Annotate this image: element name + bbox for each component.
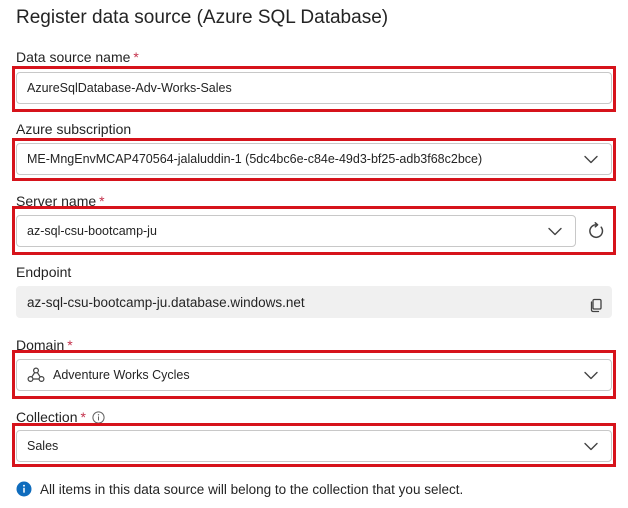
chevron-down-icon xyxy=(543,219,567,243)
endpoint-label: Endpoint xyxy=(16,264,72,280)
info-message-text: All items in this data source will belon… xyxy=(40,481,464,497)
refresh-server-button[interactable] xyxy=(583,218,609,244)
azure-subscription-dropdown[interactable]: ME-MngEnvMCAP470564-jalaluddin-1 (5dc4bc… xyxy=(16,143,612,175)
info-outline-icon[interactable] xyxy=(92,410,105,424)
data-source-name-label-text: Data source name xyxy=(16,49,131,65)
domain-icon xyxy=(27,367,45,383)
azure-subscription-value: ME-MngEnvMCAP470564-jalaluddin-1 (5dc4bc… xyxy=(27,152,483,166)
azure-subscription-label-text: Azure subscription xyxy=(16,121,132,137)
azure-subscription-label: Azure subscription xyxy=(16,121,131,137)
chevron-down-icon xyxy=(579,147,603,171)
required-marker: * xyxy=(133,49,139,65)
server-name-dropdown[interactable]: az-sql-csu-bootcamp-ju xyxy=(16,215,576,247)
copy-icon xyxy=(589,298,603,313)
domain-value: Adventure Works Cycles xyxy=(53,368,190,382)
page-title: Register data source (Azure SQL Database… xyxy=(16,7,389,28)
server-name-value: az-sql-csu-bootcamp-ju xyxy=(27,224,157,238)
endpoint-field: az-sql-csu-bootcamp-ju.database.windows.… xyxy=(16,286,612,318)
info-filled-icon xyxy=(16,481,32,497)
data-source-name-label: Data source name * xyxy=(16,49,139,65)
domain-dropdown[interactable]: Adventure Works Cycles xyxy=(16,359,612,391)
data-source-name-value: AzureSqlDatabase-Adv-Works-Sales xyxy=(27,81,232,95)
refresh-icon xyxy=(587,222,605,240)
copy-endpoint-button[interactable] xyxy=(586,295,606,315)
collection-value: Sales xyxy=(27,439,59,453)
collection-dropdown[interactable]: Sales xyxy=(16,430,612,462)
chevron-down-icon xyxy=(579,363,603,387)
endpoint-value: az-sql-csu-bootcamp-ju.database.windows.… xyxy=(27,294,305,310)
info-message: All items in this data source will belon… xyxy=(16,481,463,497)
data-source-name-input[interactable]: AzureSqlDatabase-Adv-Works-Sales xyxy=(16,72,612,104)
chevron-down-icon xyxy=(579,434,603,458)
